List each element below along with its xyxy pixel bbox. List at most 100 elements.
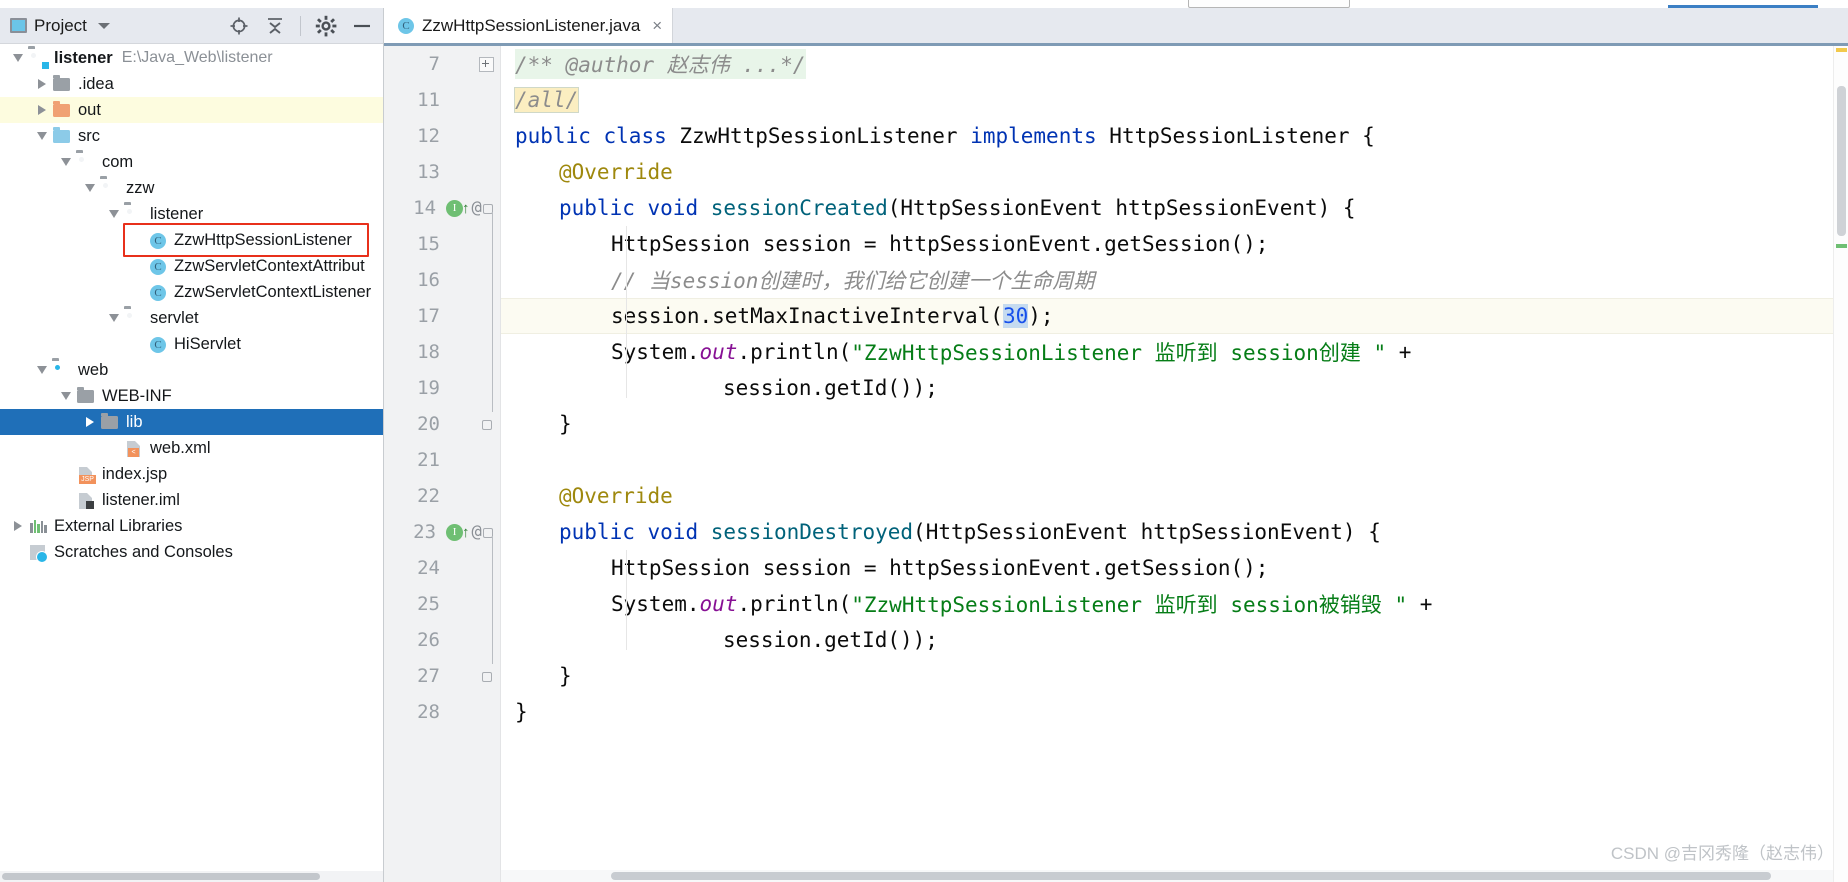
gutter-line-27[interactable]: 27 [384,658,500,694]
code-line-13[interactable]: @Override [501,154,1848,190]
tree-item-idea[interactable]: .idea [0,71,383,97]
code-line-26[interactable]: session.getId()); [501,622,1848,658]
project-horizontal-scrollbar[interactable] [0,871,383,882]
gutter-line-19[interactable]: 19 [384,370,500,406]
tree-toggle-collapsed-icon[interactable] [32,105,52,115]
tree-item-lib[interactable]: lib [0,409,383,435]
tree-item-listener-iml[interactable]: listener.iml [0,487,383,513]
editor-vscroll-thumb[interactable] [1837,86,1846,236]
code-line-16[interactable]: // 当session创建时，我们给它创建一个生命周期 [501,262,1848,298]
fold-expand-icon[interactable] [479,56,494,72]
implementing-method-icon[interactable] [446,523,464,541]
code-line-22[interactable]: @Override [501,478,1848,514]
code-line-7[interactable]: /** @author 赵志伟 ...*/ [501,46,1848,82]
gutter-line-16[interactable]: 16 [384,262,500,298]
minimize-icon[interactable] [351,15,373,37]
code-line-27[interactable]: } [501,658,1848,694]
tree-item-cls-zzwhttp[interactable]: C ZzwHttpSessionListener [0,227,383,253]
close-icon[interactable]: × [652,16,662,36]
code-line-19[interactable]: session.getId()); [501,370,1848,406]
fold-region-icon[interactable] [481,419,492,430]
editor-tab-zzwhttpsessionlistener[interactable]: C ZzwHttpSessionListener.java × [384,8,674,43]
folded-javadoc-comment[interactable]: /** @author 赵志伟 ...*/ [515,49,806,79]
tree-item-scratches[interactable]: Scratches and Consoles [0,539,383,565]
code-line-11[interactable]: /all/ [501,82,1848,118]
gutter-line-26[interactable]: 26 [384,622,500,658]
gutter-line-14[interactable]: 14↑@ [384,190,500,226]
gear-icon[interactable] [315,15,337,37]
gutter-line-11[interactable]: 11 [384,82,500,118]
project-title-group[interactable]: Project [4,16,110,36]
tree-toggle-collapsed-icon[interactable] [8,521,28,531]
tree-toggle-expanded-icon[interactable] [56,392,76,400]
tree-item-external-libs[interactable]: External Libraries [0,513,383,539]
fold-region-icon[interactable] [482,203,494,214]
gutter-line-24[interactable]: 24 [384,550,500,586]
chevron-down-icon[interactable] [97,22,110,29]
implementing-method-icon[interactable] [446,199,464,217]
editor-horizontal-scrollbar[interactable] [501,870,1848,882]
editor-hscroll-thumb[interactable] [611,872,1771,880]
gutter-line-28[interactable]: 28 [384,694,500,730]
code-line-18[interactable]: System. out .println("ZzwHttpSessionListen… [501,334,1848,370]
gutter-line-22[interactable]: 22 [384,478,500,514]
code-line-21[interactable] [501,442,1848,478]
crosshair-target-icon[interactable] [228,15,250,37]
gutter-line-15[interactable]: 15 [384,226,500,262]
editor-code[interactable]: /** @author 赵志伟 ...*/ /all/ public class… [501,46,1848,882]
project-tree[interactable]: listener E:\Java_Web\listener .idea out src c… [0,44,383,882]
code-line-20[interactable]: } [501,406,1848,442]
tree-item-cls-zzwattr[interactable]: C ZzwServletContextAttribut [0,253,383,279]
gutter-line-7[interactable]: 7 [384,46,500,82]
code-line-23[interactable]: public void sessionDestroyed (HttpSession… [501,514,1848,550]
tree-item-index-jsp[interactable]: JSP index.jsp [0,461,383,487]
tree-item-web-inf[interactable]: WEB-INF [0,383,383,409]
gutter-line-17[interactable]: 17 [384,298,500,334]
gutter-line-21[interactable]: 21 [384,442,500,478]
tree-item-servlet-pkg[interactable]: servlet [0,305,383,331]
tree-toggle-expanded-icon[interactable] [104,314,124,322]
tree-item-web[interactable]: web [0,357,383,383]
tree-toggle-collapsed-icon[interactable] [80,417,100,427]
gutter-line-25[interactable]: 25 [384,586,500,622]
tree-toggle-expanded-icon[interactable] [32,132,52,140]
tree-item-zzw[interactable]: zzw [0,175,383,201]
tree-item-listener-root[interactable]: listener E:\Java_Web\listener [0,45,383,71]
tree-item-listener-pkg[interactable]: listener [0,201,383,227]
override-annotation-icon[interactable]: @ [472,522,482,542]
code-line-24[interactable]: HttpSession session = httpSessionEvent.g… [501,550,1848,586]
collapse-all-icon[interactable] [264,15,286,37]
tree-toggle-expanded-icon[interactable] [104,210,124,218]
gutter-line-23[interactable]: 23↑@ [384,514,500,550]
gutter-line-13[interactable]: 13 [384,154,500,190]
fold-region-icon[interactable] [482,527,494,538]
folded-all-region[interactable]: /all/ [513,87,580,113]
code-line-25[interactable]: System. out .println("ZzwHttpSessionListen… [501,586,1848,622]
tree-item-web-xml[interactable]: < web.xml [0,435,383,461]
toolbar-combo-box[interactable] [1188,0,1350,8]
editor-gutter[interactable]: 711121314↑@151617181920212223↑@242526272… [384,46,501,882]
gutter-line-18[interactable]: 18 [384,334,500,370]
scrollbar-warning-marker[interactable] [1836,48,1847,52]
scrollbar-change-marker[interactable] [1836,244,1847,248]
override-annotation-icon[interactable]: @ [472,198,482,218]
project-scroll-thumb[interactable] [2,873,320,880]
gutter-line-12[interactable]: 12 [384,118,500,154]
code-line-28[interactable]: } [501,694,1848,730]
tree-item-com[interactable]: com [0,149,383,175]
tree-toggle-expanded-icon[interactable] [32,366,52,374]
tree-item-cls-hiservlet[interactable]: C HiServlet [0,331,383,357]
tree-toggle-expanded-icon[interactable] [8,54,28,62]
fold-region-icon[interactable] [481,671,492,682]
tree-toggle-expanded-icon[interactable] [56,158,76,166]
tree-item-out[interactable]: out [0,97,383,123]
code-line-12[interactable]: public class ZzwHttpSessionListener impl… [501,118,1848,154]
tree-toggle-expanded-icon[interactable] [80,184,100,192]
code-line-17[interactable]: session.setMaxInactiveInterval(30); [501,298,1848,334]
editor-vertical-scrollbar[interactable] [1833,46,1848,882]
code-line-15[interactable]: HttpSession session = httpSessionEvent.g… [501,226,1848,262]
tree-item-cls-zzwctx[interactable]: C ZzwServletContextListener [0,279,383,305]
tree-toggle-collapsed-icon[interactable] [32,79,52,89]
tree-item-src[interactable]: src [0,123,383,149]
gutter-line-20[interactable]: 20 [384,406,500,442]
